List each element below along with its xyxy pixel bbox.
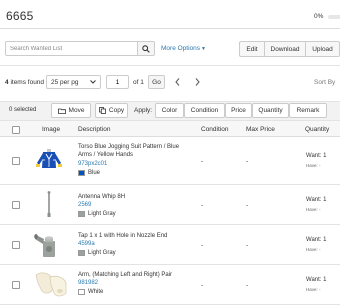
tap-icon xyxy=(34,234,55,257)
sort-by-label[interactable]: Sort By xyxy=(314,79,335,86)
select-all-checkbox[interactable] xyxy=(12,126,20,134)
item-description[interactable]: Antenna Whip 8H xyxy=(78,193,193,201)
search-input[interactable] xyxy=(5,41,138,56)
item-have-quantity: Have: - xyxy=(306,163,321,168)
color-name: Light Gray xyxy=(88,211,116,217)
previous-page-button[interactable] xyxy=(169,75,185,89)
copy-icon xyxy=(99,107,106,114)
move-button[interactable]: Move xyxy=(51,103,91,118)
color-name: Blue xyxy=(88,170,101,176)
search-button[interactable] xyxy=(138,41,155,56)
arm-icon xyxy=(35,272,67,297)
per-page-select[interactable]: 25 per pg xyxy=(46,75,101,89)
chevron-down-icon xyxy=(90,80,96,84)
apply-color-button[interactable]: Color xyxy=(155,103,184,118)
apply-condition-button[interactable]: Condition xyxy=(184,103,225,118)
item-condition[interactable]: - xyxy=(201,158,203,165)
go-button[interactable]: Go xyxy=(148,75,165,89)
column-header-max-price[interactable]: Max Price xyxy=(246,126,275,133)
item-want-quantity[interactable]: Want: 1 xyxy=(306,277,326,283)
page-title: 6665 xyxy=(6,9,34,23)
items-found-count: 4 xyxy=(5,79,9,86)
table-row: Tap 1 x 1 with Hole in Nozzle End 4599a … xyxy=(0,225,340,265)
table-row: Antenna Whip 8H 2569 Light Gray - - Want… xyxy=(0,185,340,225)
item-image[interactable] xyxy=(32,190,66,222)
per-page-label: 25 per pg xyxy=(51,78,79,86)
item-color: Blue xyxy=(78,170,100,176)
item-color: White xyxy=(78,289,103,295)
color-swatch xyxy=(78,250,85,256)
item-image[interactable] xyxy=(32,229,66,263)
next-page-button[interactable] xyxy=(189,75,205,89)
row-checkbox[interactable] xyxy=(12,241,20,249)
item-want-quantity[interactable]: Want: 1 xyxy=(306,153,326,159)
item-image[interactable] xyxy=(32,269,70,303)
chevron-left-icon xyxy=(174,78,179,86)
items-found-text: items found xyxy=(10,79,45,86)
apply-remark-button[interactable]: Remark xyxy=(289,103,327,118)
column-header-description[interactable]: Description xyxy=(78,126,111,133)
item-condition[interactable]: - xyxy=(201,242,203,249)
row-checkbox[interactable] xyxy=(12,201,20,209)
color-name: White xyxy=(88,289,104,295)
item-max-price[interactable]: - xyxy=(246,202,248,209)
table-row: Arm, (Matching Left and Right) Pair 9819… xyxy=(0,265,340,305)
move-label: Move xyxy=(68,107,85,114)
item-condition[interactable]: - xyxy=(201,202,203,209)
divider xyxy=(0,28,340,29)
table-row: Torso Blue Jogging Suit Pattern / Blue A… xyxy=(0,137,340,185)
item-have-quantity: Have: - xyxy=(306,207,321,212)
folder-icon xyxy=(57,108,66,114)
apply-price-button[interactable]: Price xyxy=(225,103,252,118)
item-description[interactable]: Torso Blue Jogging Suit Pattern / Blue A… xyxy=(78,143,193,159)
progress-label: 0% xyxy=(314,13,324,20)
search-icon xyxy=(142,44,150,53)
page-count: of 1 xyxy=(133,79,144,86)
selected-count: 0 selected xyxy=(9,107,37,113)
chevron-right-icon xyxy=(195,78,200,86)
apply-label: Apply: xyxy=(134,107,153,114)
copy-button[interactable]: Copy xyxy=(95,103,128,118)
color-name: Light Gray xyxy=(88,250,116,256)
item-want-quantity[interactable]: Want: 1 xyxy=(306,197,326,203)
color-swatch xyxy=(78,170,85,176)
item-max-price[interactable]: - xyxy=(246,158,248,165)
more-options-link[interactable]: More Options ▼ xyxy=(161,45,206,52)
torso-icon xyxy=(36,149,62,168)
item-max-price[interactable]: - xyxy=(246,282,248,289)
color-swatch xyxy=(78,289,85,295)
divider xyxy=(0,65,340,66)
item-have-quantity: Have: - xyxy=(306,287,321,292)
progress-bar xyxy=(328,15,340,19)
upload-button[interactable]: Upload xyxy=(305,41,340,57)
antenna-icon xyxy=(47,191,51,217)
item-image[interactable] xyxy=(32,146,66,178)
row-checkbox[interactable] xyxy=(12,157,20,165)
download-button[interactable]: Download xyxy=(265,41,305,57)
item-want-quantity[interactable]: Want: 1 xyxy=(306,237,326,243)
row-checkbox[interactable] xyxy=(12,281,20,289)
item-description[interactable]: Arm, (Matching Left and Right) Pair xyxy=(78,271,193,279)
caret-down-icon: ▼ xyxy=(201,45,206,52)
item-description[interactable]: Tap 1 x 1 with Hole in Nozzle End xyxy=(78,232,193,240)
item-number[interactable]: 4599a xyxy=(78,241,95,247)
item-number[interactable]: 2569 xyxy=(78,202,91,208)
item-max-price[interactable]: - xyxy=(246,242,248,249)
edit-button[interactable]: Edit xyxy=(239,41,265,57)
more-options-label: More Options xyxy=(161,45,201,52)
apply-quantity-button[interactable]: Quantity xyxy=(252,103,289,118)
item-number[interactable]: 973px2c01 xyxy=(78,161,107,167)
color-swatch xyxy=(78,211,85,217)
item-number[interactable]: 981982 xyxy=(78,280,98,286)
item-have-quantity: Have: - xyxy=(306,247,321,252)
column-header-condition[interactable]: Condition xyxy=(201,126,228,133)
item-color: Light Gray xyxy=(78,211,116,217)
page-number-input[interactable] xyxy=(106,75,129,89)
column-header-quantity[interactable]: Quantity xyxy=(305,126,329,133)
copy-label: Copy xyxy=(108,107,125,114)
item-condition[interactable]: - xyxy=(201,282,203,289)
item-color: Light Gray xyxy=(78,250,116,256)
column-header-image: Image xyxy=(42,126,61,133)
items-found: 4 items found xyxy=(5,79,44,86)
